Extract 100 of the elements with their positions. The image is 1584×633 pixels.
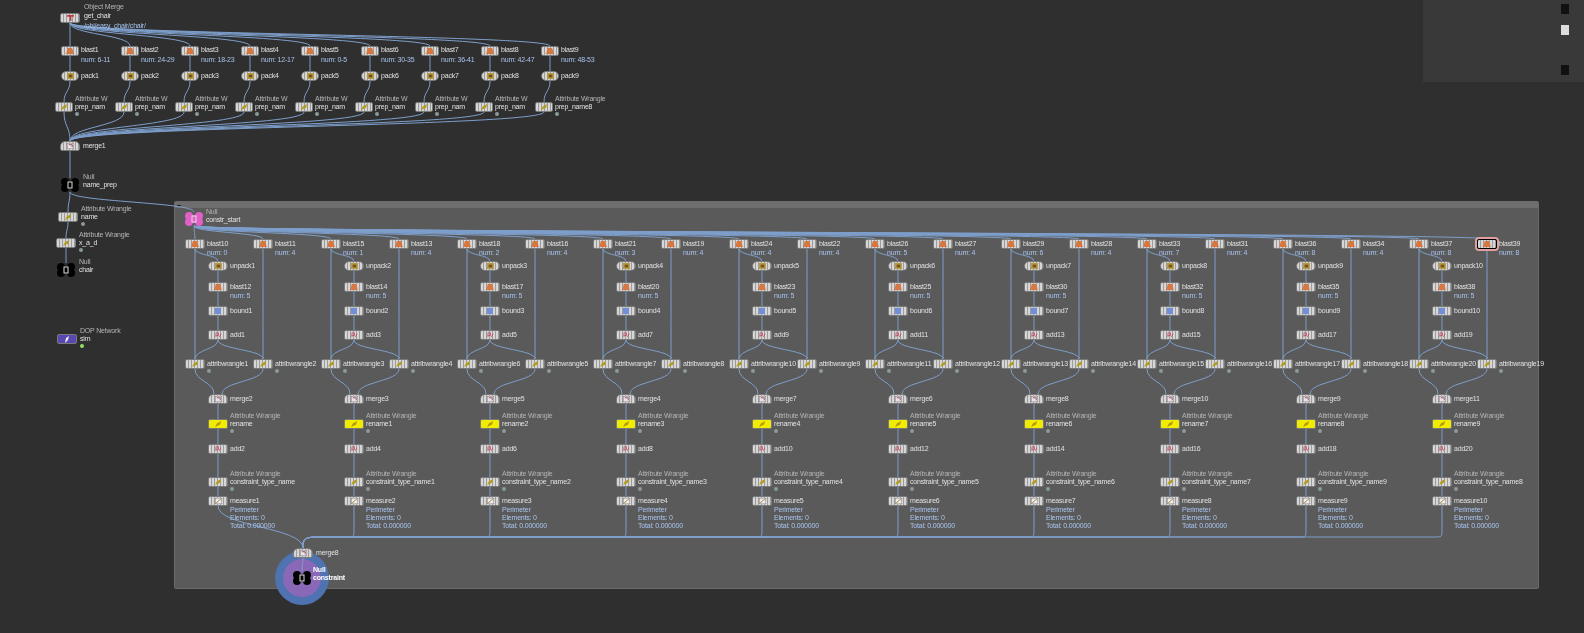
graph-node[interactable] [752,477,772,487]
graph-node[interactable] [1024,444,1044,454]
graph-node[interactable] [1024,477,1044,487]
graph-node[interactable] [355,102,373,112]
graph-node[interactable] [1341,239,1361,249]
graph-node[interactable] [344,330,364,340]
graph-node[interactable] [208,282,228,292]
graph-node[interactable] [480,444,500,454]
graph-node[interactable] [1296,496,1316,506]
graph-node[interactable] [55,102,73,112]
graph-node[interactable] [933,359,953,369]
graph-node[interactable] [208,496,228,506]
graph-node[interactable] [888,306,908,316]
graph-node[interactable] [1137,239,1157,249]
graph-node[interactable] [480,394,500,404]
graph-node[interactable] [888,477,908,487]
graph-node[interactable] [797,359,817,369]
graph-node[interactable] [616,477,636,487]
graph-node[interactable] [865,359,885,369]
graph-node[interactable] [1205,239,1225,249]
graph-node[interactable] [1024,394,1044,404]
null-node-icon[interactable] [185,212,203,226]
graph-node[interactable] [888,394,908,404]
graph-node[interactable] [253,239,273,249]
graph-node[interactable] [389,359,409,369]
graph-node[interactable] [208,261,228,271]
graph-node[interactable] [241,71,259,81]
graph-node[interactable] [421,46,439,56]
graph-node[interactable] [525,239,545,249]
graph-node[interactable] [797,239,817,249]
graph-node[interactable] [1024,330,1044,340]
graph-node[interactable] [475,102,493,112]
graph-node[interactable] [361,71,379,81]
graph-node[interactable] [208,477,228,487]
graph-node[interactable] [593,239,613,249]
graph-node[interactable] [60,141,80,151]
graph-node[interactable] [61,71,79,81]
graph-node[interactable] [1477,359,1497,369]
graph-node[interactable] [1432,477,1452,487]
graph-node[interactable] [181,71,199,81]
graph-node[interactable] [1160,394,1180,404]
graph-node[interactable] [616,330,636,340]
null-node-icon[interactable] [61,178,79,192]
graph-node[interactable] [361,46,379,56]
graph-node[interactable] [1160,306,1180,316]
graph-node[interactable] [888,261,908,271]
graph-node[interactable] [301,71,319,81]
graph-node[interactable] [1160,330,1180,340]
graph-node[interactable] [729,359,749,369]
graph-node[interactable] [1024,419,1044,429]
graph-node[interactable] [1001,359,1021,369]
graph-node[interactable] [1160,261,1180,271]
graph-node[interactable] [888,282,908,292]
graph-node[interactable] [241,46,259,56]
graph-node[interactable] [616,496,636,506]
graph-node[interactable] [729,239,749,249]
graph-node[interactable] [208,306,228,316]
graph-node[interactable] [888,330,908,340]
graph-node[interactable] [481,71,499,81]
graph-node[interactable] [1296,394,1316,404]
graph-node[interactable] [175,102,193,112]
graph-node[interactable] [1001,239,1021,249]
graph-node[interactable] [1137,359,1157,369]
graph-node[interactable] [865,239,885,249]
graph-node[interactable] [752,261,772,271]
null-node-icon[interactable] [57,263,75,277]
graph-node[interactable] [208,444,228,454]
graph-node[interactable] [480,306,500,316]
graph-node[interactable] [344,496,364,506]
graph-node[interactable] [593,359,613,369]
graph-node[interactable] [301,46,319,56]
graph-node[interactable] [616,282,636,292]
graph-node[interactable] [344,477,364,487]
graph-node[interactable] [1069,359,1089,369]
graph-node[interactable] [344,306,364,316]
graph-node[interactable] [1296,330,1316,340]
graph-node[interactable] [457,359,477,369]
graph-node[interactable] [480,419,500,429]
graph-node[interactable] [1024,306,1044,316]
graph-node[interactable] [185,239,205,249]
graph-node[interactable] [60,13,80,23]
graph-node[interactable] [1296,282,1316,292]
graph-node[interactable] [321,239,341,249]
graph-node[interactable] [661,239,681,249]
graph-node[interactable] [616,306,636,316]
graph-node[interactable] [208,330,228,340]
graph-node[interactable] [752,330,772,340]
graph-node[interactable] [481,46,499,56]
graph-node[interactable] [1296,477,1316,487]
graph-node[interactable] [58,212,78,222]
graph-node[interactable] [344,419,364,429]
null-node-icon[interactable] [293,571,311,585]
graph-node[interactable] [480,496,500,506]
graph-node[interactable] [1024,282,1044,292]
graph-node[interactable] [1432,261,1452,271]
graph-node[interactable] [888,496,908,506]
graph-node[interactable] [616,261,636,271]
graph-node[interactable] [1432,282,1452,292]
graph-node[interactable] [752,282,772,292]
graph-node[interactable] [1024,261,1044,271]
